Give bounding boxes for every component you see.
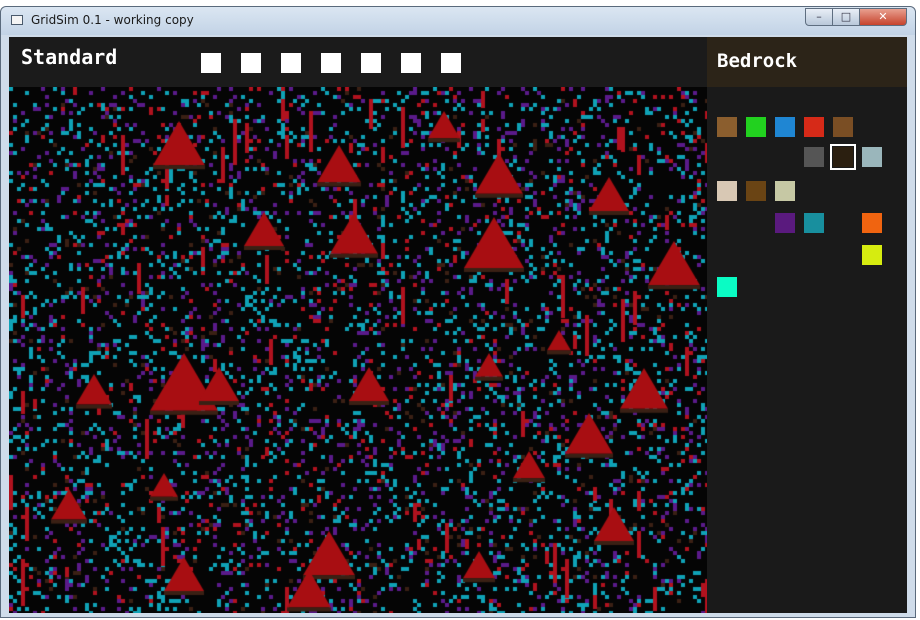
simulation-canvas[interactable] <box>9 87 707 613</box>
tool-slot-6[interactable] <box>401 53 421 73</box>
material-swatch[interactable] <box>775 181 795 201</box>
material-swatch[interactable] <box>717 277 737 297</box>
material-swatch[interactable] <box>862 213 882 233</box>
close-button[interactable]: ✕ <box>859 8 907 26</box>
tool-slot-5[interactable] <box>361 53 381 73</box>
material-swatch[interactable] <box>804 147 824 167</box>
tool-slot-1[interactable] <box>201 53 221 73</box>
material-swatch[interactable] <box>717 117 737 137</box>
material-swatch[interactable] <box>775 213 795 233</box>
material-sidebar: Bedrock <box>707 37 907 613</box>
client-area: Standard Bedrock <box>9 37 907 613</box>
material-swatch[interactable] <box>833 117 853 137</box>
material-swatch[interactable] <box>775 117 795 137</box>
app-window: GridSim 0.1 - working copy – □ ✕ Standar… <box>0 6 916 618</box>
material-swatch[interactable] <box>746 181 766 201</box>
toolbar: Standard <box>9 37 707 87</box>
title-bar[interactable]: GridSim 0.1 - working copy – □ ✕ <box>1 7 915 35</box>
maximize-button[interactable]: □ <box>832 8 860 26</box>
material-swatch[interactable] <box>746 117 766 137</box>
tool-slot-4[interactable] <box>321 53 341 73</box>
material-swatch[interactable] <box>804 213 824 233</box>
tool-slot-3[interactable] <box>281 53 301 73</box>
mode-label[interactable]: Standard <box>21 45 117 69</box>
material-swatch[interactable] <box>804 117 824 137</box>
material-header: Bedrock <box>707 37 907 87</box>
minimize-button[interactable]: – <box>805 8 833 26</box>
material-swatch[interactable] <box>717 181 737 201</box>
tool-slot-7[interactable] <box>441 53 461 73</box>
window-title: GridSim 0.1 - working copy <box>31 13 194 27</box>
material-swatch[interactable] <box>830 144 856 170</box>
selected-material-name: Bedrock <box>717 50 798 72</box>
app-icon <box>11 15 23 25</box>
material-swatch[interactable] <box>862 147 882 167</box>
tool-slot-2[interactable] <box>241 53 261 73</box>
material-swatch[interactable] <box>862 245 882 265</box>
